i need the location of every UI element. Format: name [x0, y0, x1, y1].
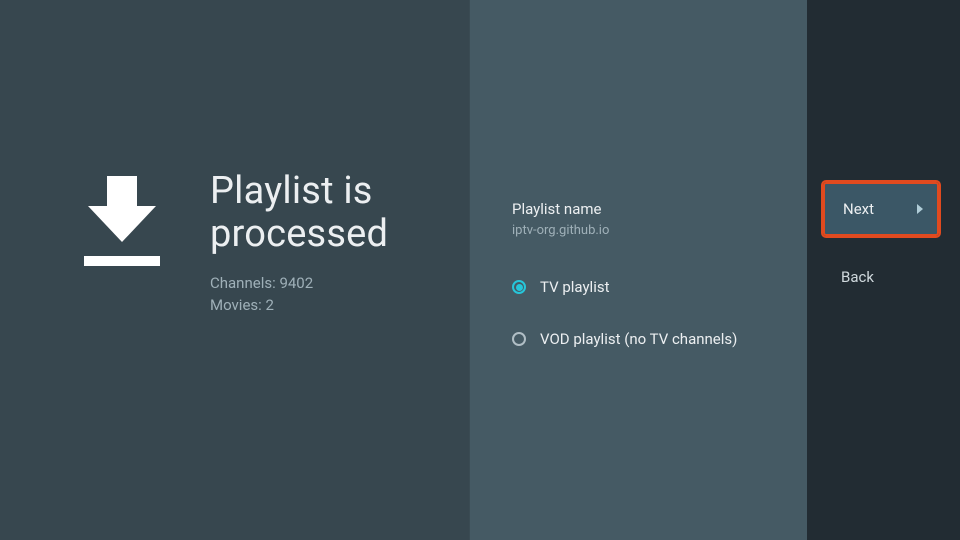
action-panel: Next Back	[807, 0, 960, 540]
radio-tv-label: TV playlist	[540, 278, 610, 296]
radio-tv-playlist[interactable]: TV playlist	[512, 278, 807, 296]
channels-count: Channels: 9402	[210, 273, 388, 295]
radio-unselected-icon	[512, 332, 526, 346]
movies-count: Movies: 2	[210, 295, 388, 317]
radio-vod-playlist[interactable]: VOD playlist (no TV channels)	[512, 330, 807, 348]
download-icon-container	[82, 170, 162, 256]
status-stats: Channels: 9402 Movies: 2	[210, 273, 388, 317]
status-title-line2: processed	[210, 212, 388, 256]
next-button[interactable]: Next	[823, 182, 939, 236]
radio-selected-icon	[512, 280, 526, 294]
playlist-name-value: iptv-org.github.io	[512, 223, 807, 238]
chevron-right-icon	[917, 204, 923, 214]
form-panel: Playlist name iptv-org.github.io TV play…	[469, 0, 807, 540]
status-title-line1: Playlist is	[210, 169, 373, 213]
status-panel: Playlist is processed Channels: 9402 Mov…	[0, 0, 469, 540]
status-title: Playlist is processed	[210, 170, 388, 255]
next-button-label: Next	[843, 200, 874, 218]
status-text: Playlist is processed Channels: 9402 Mov…	[162, 170, 388, 317]
radio-vod-label: VOD playlist (no TV channels)	[540, 330, 737, 348]
back-button[interactable]: Back	[823, 256, 944, 298]
download-icon	[88, 176, 156, 256]
back-button-label: Back	[841, 268, 874, 286]
playlist-name-label: Playlist name	[512, 200, 807, 218]
